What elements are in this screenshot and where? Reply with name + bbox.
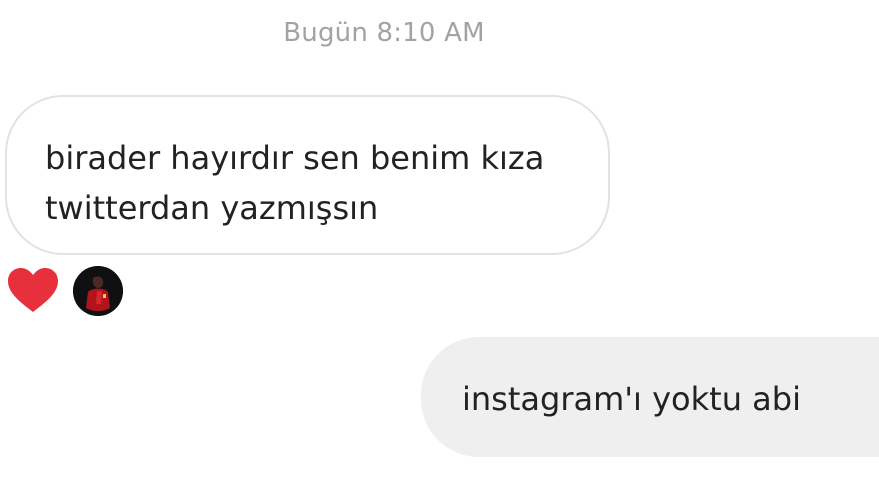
- outgoing-message-bubble[interactable]: instagram'ı yoktu abi: [421, 337, 879, 457]
- avatar-image: [73, 266, 123, 316]
- incoming-message-text: birader hayırdır sen benim kıza twitterd…: [45, 139, 545, 227]
- incoming-message-bubble[interactable]: birader hayırdır sen benim kıza twitterd…: [5, 95, 610, 255]
- chat-thread: Bugün 8:10 AM birader hayırdır sen benim…: [0, 0, 879, 494]
- heart-icon[interactable]: [6, 266, 60, 316]
- avatar[interactable]: [73, 266, 123, 316]
- outgoing-message-text: instagram'ı yoktu abi: [462, 380, 801, 418]
- message-timestamp: Bugün 8:10 AM: [283, 18, 485, 48]
